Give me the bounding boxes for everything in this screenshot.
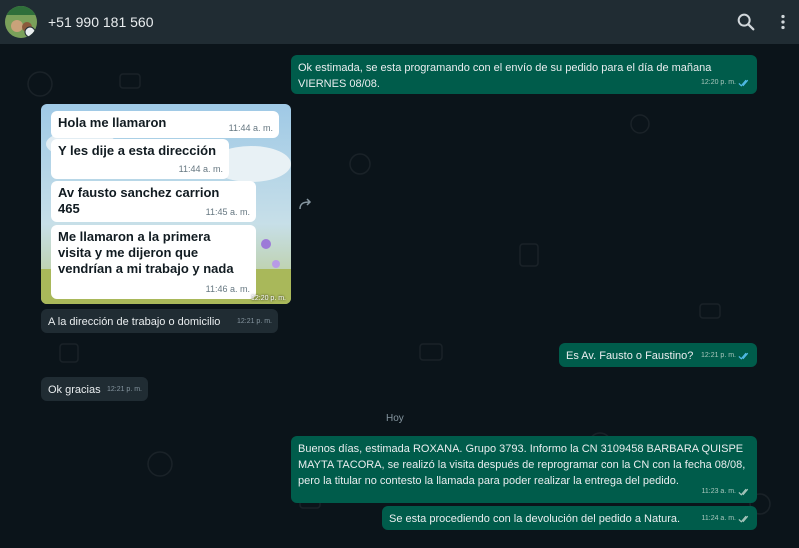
message-time: 12:21 p. m. xyxy=(700,352,736,359)
message-text: Se esta procediendo con la devolución de… xyxy=(389,513,681,525)
image-time: 12:20 p. m. xyxy=(250,295,286,302)
message-text: Ok estimada, se esta programando con el … xyxy=(298,62,712,90)
message-meta: 12:21 p. m. xyxy=(107,382,142,398)
inner-text: Av fausto sanchez carrion 465 xyxy=(58,185,220,216)
inner-bubble: Me llamaron a la primera visita y me dij… xyxy=(51,225,256,299)
message-time: 12:20 p. m. xyxy=(700,79,736,86)
date-divider: Hoy xyxy=(386,413,404,424)
inner-bubble: Av fausto sanchez carrion 465 11:45 a. m… xyxy=(51,181,256,222)
read-ticks-icon xyxy=(738,79,749,87)
inner-time: 11:46 a. m. xyxy=(205,284,250,294)
chat-area[interactable]: Ok estimada, se esta programando con el … xyxy=(0,44,799,548)
inner-text: Me llamaron a la primera visita y me dij… xyxy=(58,229,234,276)
read-ticks-icon xyxy=(738,352,749,360)
message-meta: 12:20 p. m. xyxy=(701,75,751,91)
inner-bubble: Hola me llamaron 11:44 a. m. xyxy=(51,111,279,138)
delivered-ticks-icon xyxy=(738,488,749,496)
contact-avatar[interactable] xyxy=(5,6,37,38)
message-text: Es Av. Fausto o Faustino? xyxy=(566,350,694,362)
message-time: 12:21 p. m. xyxy=(236,318,272,325)
chat-header: +51 990 181 560 xyxy=(0,0,799,44)
more-vertical-icon[interactable] xyxy=(772,11,794,33)
inner-time: 11:44 a. m. xyxy=(178,164,223,174)
message-outgoing[interactable]: Se esta procediendo con la devolución de… xyxy=(382,506,757,530)
message-text: Ok gracias xyxy=(48,384,101,396)
contact-name[interactable]: +51 990 181 560 xyxy=(48,14,154,30)
forward-icon[interactable] xyxy=(298,197,314,211)
search-icon[interactable] xyxy=(735,11,757,33)
message-outgoing[interactable]: Buenos días, estimada ROXANA. Grupo 3793… xyxy=(291,436,757,503)
message-meta: 12:21 p. m. xyxy=(701,348,751,364)
message-meta: 11:23 a. m. xyxy=(701,484,751,500)
message-time: 11:23 a. m. xyxy=(701,488,736,495)
delivered-ticks-icon xyxy=(738,515,749,523)
message-incoming[interactable]: A la dirección de trabajo o domicilio 12… xyxy=(41,309,278,333)
message-text: Buenos días, estimada ROXANA. Grupo 3793… xyxy=(298,443,746,487)
message-text: A la dirección de trabajo o domicilio xyxy=(48,316,221,328)
message-outgoing[interactable]: Es Av. Fausto o Faustino? 12:21 p. m. xyxy=(559,343,757,367)
inner-text: Hola me llamaron xyxy=(58,115,167,130)
message-meta: 11:24 a. m. xyxy=(701,511,751,527)
inner-time: 11:44 a. m. xyxy=(228,123,273,133)
message-time: 11:24 a. m. xyxy=(701,515,736,522)
message-time: 12:21 p. m. xyxy=(106,386,142,393)
inner-text: Y les dije a esta dirección xyxy=(58,143,217,158)
message-outgoing[interactable]: Ok estimada, se esta programando con el … xyxy=(291,55,757,94)
inner-bubble: Y les dije a esta dirección 11:44 a. m. xyxy=(51,139,229,179)
image-message[interactable]: Hola me llamaron 11:44 a. m. Y les dije … xyxy=(41,104,291,304)
message-meta: 12:21 p. m. xyxy=(237,314,272,330)
message-incoming[interactable]: Ok gracias 12:21 p. m. xyxy=(41,377,148,401)
inner-time: 11:45 a. m. xyxy=(205,207,250,217)
